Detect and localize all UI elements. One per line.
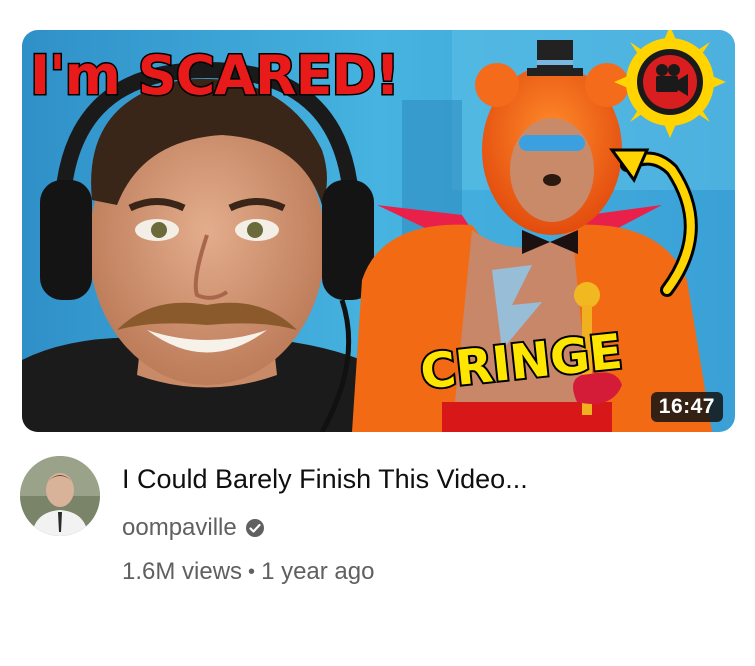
video-duration-badge: 16:47 xyxy=(650,392,723,422)
upload-age: 1 year ago xyxy=(261,558,375,585)
video-thumbnail[interactable]: I'm SCARED! CRINGE 16:47 xyxy=(22,30,735,432)
video-metadata: 1.6M views • 1 year ago xyxy=(122,558,374,586)
metadata-separator: • xyxy=(248,560,256,583)
view-count: 1.6M views xyxy=(122,558,243,585)
thumbnail-headline-text: I'm SCARED! xyxy=(30,44,399,107)
thumbnail-image: I'm SCARED! CRINGE xyxy=(22,30,735,432)
video-title[interactable]: I Could Barely Finish This Video... xyxy=(122,461,722,497)
verified-check-icon xyxy=(245,518,265,538)
channel-name[interactable]: oompaville xyxy=(122,514,237,542)
channel-avatar[interactable] xyxy=(20,456,100,536)
video-card: I'm SCARED! CRINGE 16:47 I Could Barely … xyxy=(0,0,755,666)
channel-row: oompaville xyxy=(122,514,265,542)
